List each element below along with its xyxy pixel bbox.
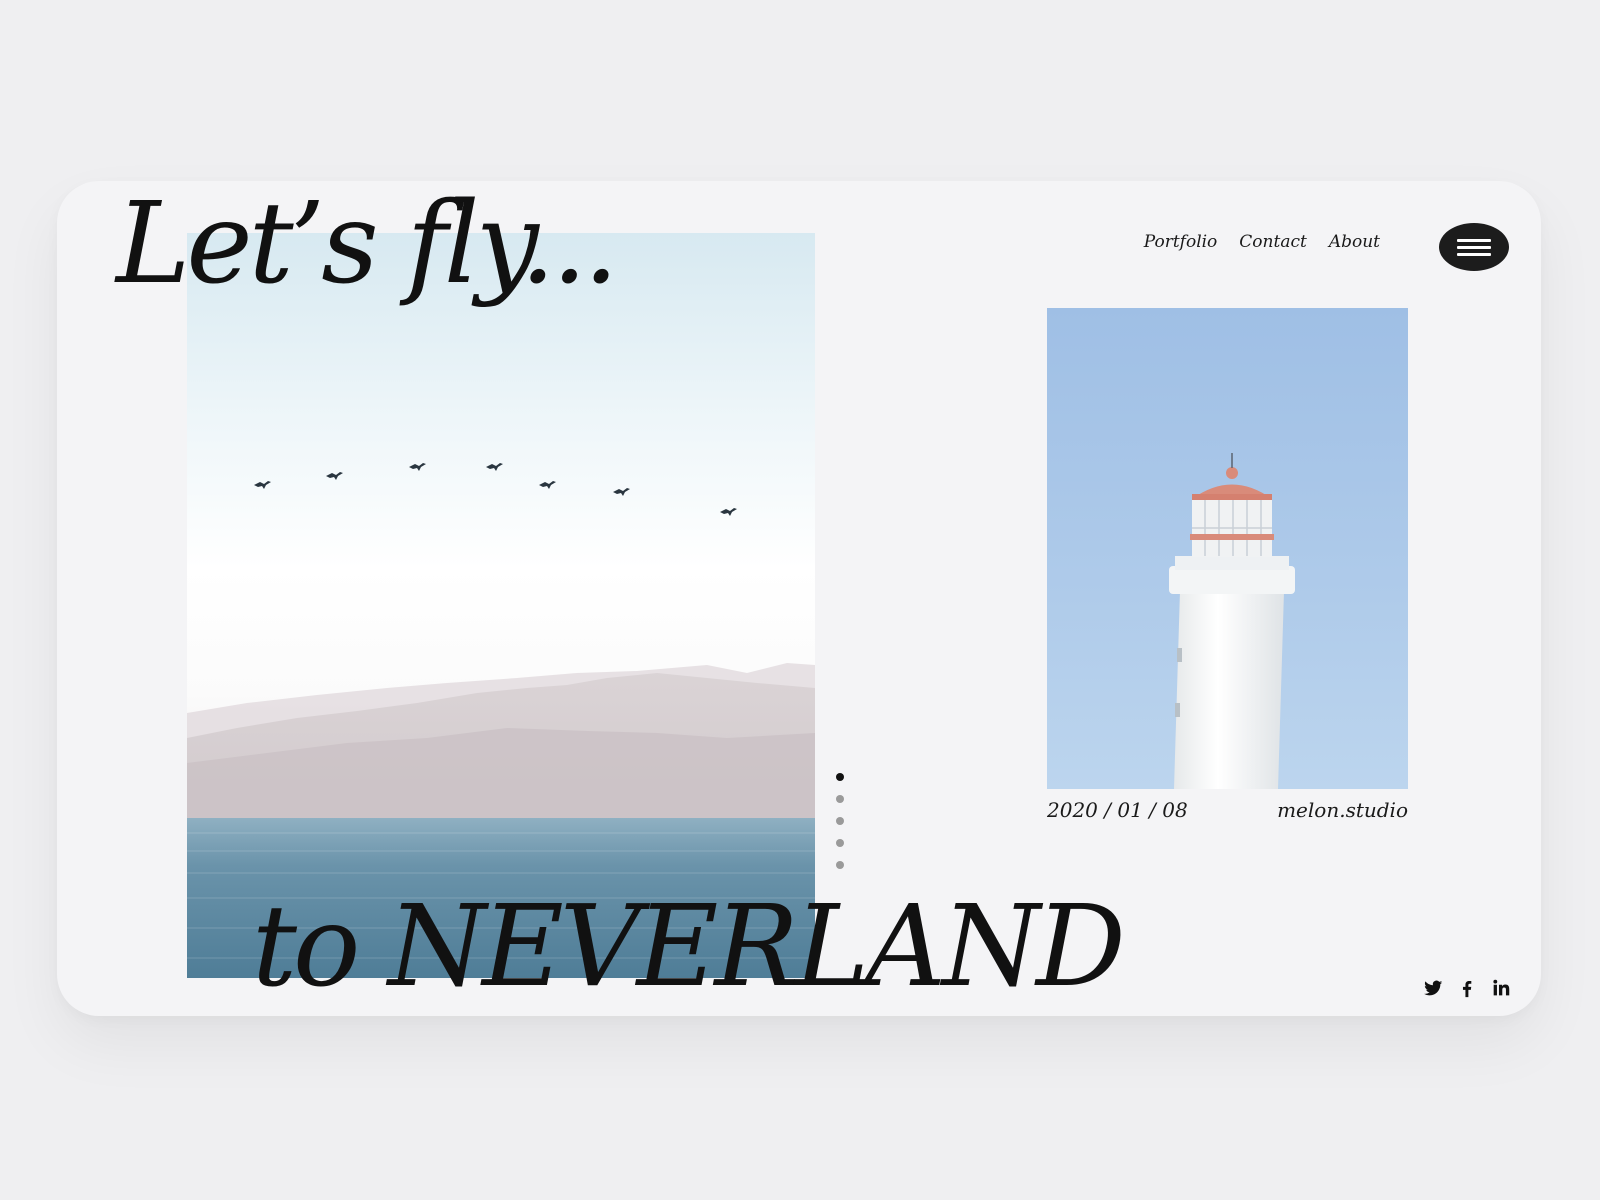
photo-caption: 2020 / 01 / 08 melon.studio <box>1047 798 1408 822</box>
photo-date: 2020 / 01 / 08 <box>1047 798 1188 822</box>
twitter-icon[interactable] <box>1422 977 1444 999</box>
hamburger-menu-icon-bar <box>1457 245 1491 249</box>
hamburger-menu-icon-bar <box>1457 252 1491 256</box>
lighthouse-photo-svg <box>1047 308 1408 789</box>
nav-link-contact[interactable]: Contact <box>1239 232 1307 252</box>
lighthouse-photo <box>1047 308 1408 789</box>
facebook-icon[interactable] <box>1456 977 1478 999</box>
slider-dot-1[interactable] <box>836 773 844 781</box>
linkedin-icon[interactable] <box>1490 977 1512 999</box>
photo-author: melon.studio <box>1277 798 1408 822</box>
hero-title-line2: to NEVERLAND <box>252 882 1126 1012</box>
top-nav: Portfolio Contact About <box>1144 232 1380 252</box>
menu-button[interactable] <box>1439 223 1509 271</box>
hamburger-menu-icon <box>1457 238 1491 242</box>
nav-link-about[interactable]: About <box>1329 232 1380 252</box>
slider-pagination <box>836 773 844 869</box>
hero-photo-sea-birds <box>187 233 815 978</box>
slider-dot-5[interactable] <box>836 861 844 869</box>
slider-dot-2[interactable] <box>836 795 844 803</box>
slider-dot-4[interactable] <box>836 839 844 847</box>
social-links <box>1422 977 1512 999</box>
hero-photo-svg <box>187 233 815 978</box>
hero-title-line1: Let’s fly... <box>116 179 619 309</box>
slider-dot-3[interactable] <box>836 817 844 825</box>
nav-link-portfolio[interactable]: Portfolio <box>1144 232 1218 252</box>
